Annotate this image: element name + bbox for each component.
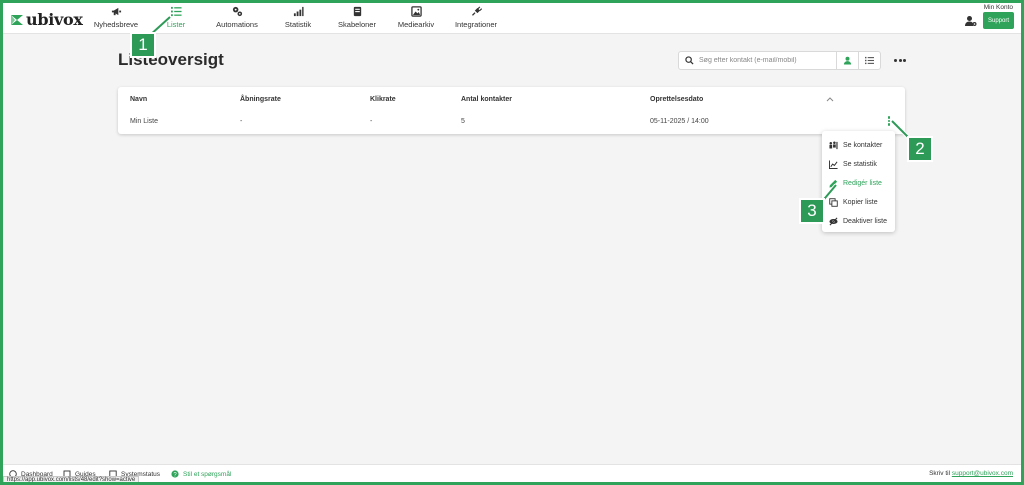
table-cell-name[interactable]: Min Liste bbox=[130, 118, 158, 125]
cogs-icon bbox=[232, 6, 242, 17]
nav-item-mediearkiv[interactable]: Mediearkiv bbox=[396, 6, 436, 32]
column-header-oprettelsesdato[interactable]: Oprettelsesdato bbox=[650, 96, 703, 103]
menu-item-label: Redigér liste bbox=[843, 180, 882, 187]
table-cell-open-rate: - bbox=[240, 118, 243, 125]
image-icon bbox=[410, 6, 422, 17]
support-email-link[interactable]: support@ubivox.com bbox=[952, 470, 1013, 477]
nav-label: Nyhedsbreve bbox=[93, 20, 139, 29]
menu-item-se-statistik[interactable]: Se statistik bbox=[822, 155, 895, 174]
column-header-antal-kontakter[interactable]: Antal kontakter bbox=[461, 96, 512, 103]
table-cell-contacts: 5 bbox=[461, 118, 465, 125]
plug-icon bbox=[471, 6, 482, 16]
footer-link-ask-question[interactable]: ? Stil et spørgsmål bbox=[171, 470, 231, 478]
browser-status-url: https://app.ubivox.com/lists/48/edit?sho… bbox=[3, 476, 140, 485]
logo[interactable]: ubivox bbox=[11, 10, 83, 29]
footer-support-contact: Skriv til support@ubivox.com bbox=[929, 470, 1013, 477]
list-icon bbox=[865, 56, 874, 65]
column-header-klikrate[interactable]: Klikrate bbox=[370, 96, 396, 103]
nav-label: Skabeloner bbox=[338, 20, 376, 29]
account-link[interactable]: Min Konto bbox=[984, 4, 1013, 11]
table-cell-created: 05-11-2025 / 14:00 bbox=[650, 118, 709, 125]
more-options-button[interactable] bbox=[892, 54, 908, 66]
nav-item-automations[interactable]: Automations bbox=[212, 6, 262, 32]
question-icon: ? bbox=[171, 470, 179, 478]
callout-badge-1: 1 bbox=[130, 32, 156, 58]
search-input[interactable] bbox=[699, 57, 834, 64]
nav-item-skabeloner[interactable]: Skabeloner bbox=[336, 6, 378, 32]
screenshot-frame bbox=[0, 0, 1024, 485]
nav-label: Mediearkiv bbox=[397, 20, 435, 29]
nav-label: Integrationer bbox=[454, 20, 498, 29]
logo-mark-icon bbox=[11, 14, 23, 25]
nav-label: Automations bbox=[216, 20, 258, 29]
logo-text: ubivox bbox=[26, 10, 83, 29]
list-table: Navn Åbningsrate Klikrate Antal kontakte… bbox=[118, 87, 905, 134]
search-icon bbox=[685, 56, 694, 65]
template-icon bbox=[353, 6, 361, 17]
nav-item-statistik[interactable]: Statistik bbox=[282, 6, 314, 32]
megaphone-icon bbox=[111, 7, 121, 16]
nav-item-integrationer[interactable]: Integrationer bbox=[452, 6, 500, 32]
menu-item-label: Se statistik bbox=[843, 161, 877, 168]
table-cell-click-rate: - bbox=[370, 118, 373, 125]
menu-item-label: Se kontakter bbox=[843, 142, 883, 149]
contacts-icon bbox=[829, 141, 838, 150]
nav-label: Statistik bbox=[284, 20, 312, 29]
column-header-aabningsrate[interactable]: Åbningsrate bbox=[240, 96, 281, 103]
menu-item-label: Kopier liste bbox=[843, 199, 878, 206]
view-active-contacts-button[interactable] bbox=[836, 51, 859, 70]
menu-item-deaktiver-liste[interactable]: Deaktiver liste bbox=[822, 212, 895, 231]
column-header-navn[interactable]: Navn bbox=[130, 96, 147, 103]
bar-chart-icon bbox=[293, 6, 304, 17]
callout-badge-3: 3 bbox=[799, 198, 825, 224]
user-settings-icon[interactable] bbox=[965, 15, 977, 27]
menu-item-label: Deaktiver liste bbox=[843, 218, 887, 225]
contact-search bbox=[678, 51, 837, 70]
callout-badge-2: 2 bbox=[907, 136, 933, 162]
eye-slash-icon bbox=[829, 217, 838, 226]
menu-item-se-kontakter[interactable]: Se kontakter bbox=[822, 136, 895, 155]
line-chart-icon bbox=[829, 160, 838, 169]
chevron-up-icon[interactable] bbox=[826, 96, 834, 102]
user-icon bbox=[843, 56, 852, 65]
view-list-button[interactable] bbox=[858, 51, 881, 70]
support-button[interactable]: Support bbox=[983, 12, 1014, 29]
footer: Dashboard Guides Systemstatus ? Stil et … bbox=[3, 464, 1021, 482]
nav-item-nyhedsbreve[interactable]: Nyhedsbreve bbox=[93, 6, 139, 32]
